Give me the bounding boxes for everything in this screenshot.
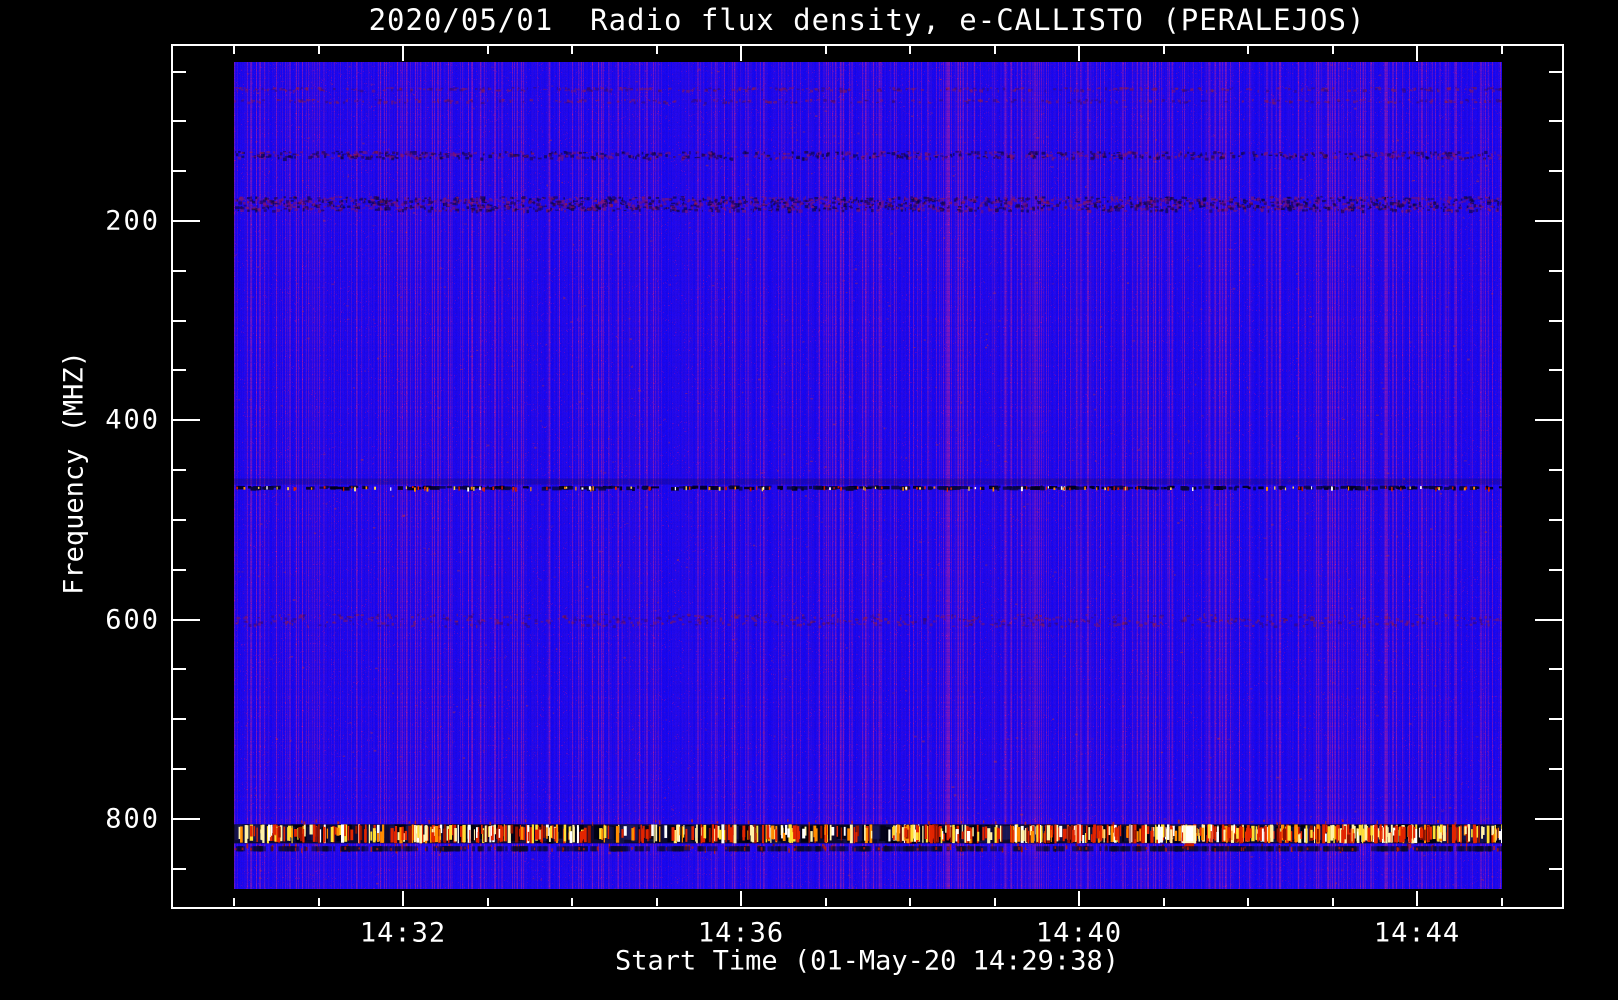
axis-tick — [1549, 568, 1562, 571]
axis-tick — [233, 46, 235, 54]
axis-tick — [402, 891, 404, 906]
axis-tick — [317, 46, 320, 54]
axis-tick — [1549, 70, 1562, 73]
axis-tick — [1078, 891, 1080, 906]
x-tick-label: 14:36 — [697, 917, 785, 949]
x-tick-label: 14:32 — [359, 917, 447, 949]
axis-tick — [1247, 46, 1249, 54]
y-tick-label: 600 — [105, 604, 160, 636]
axis-tick — [173, 867, 186, 870]
axis-tick — [173, 718, 186, 721]
axis-tick — [1416, 891, 1418, 906]
axis-tick — [1535, 419, 1562, 422]
axis-tick — [317, 898, 320, 906]
axis-tick — [1247, 898, 1249, 906]
y-tick-label: 400 — [105, 404, 160, 436]
axis-tick — [1331, 898, 1334, 906]
axis-tick — [909, 898, 911, 906]
x-axis-title: Start Time (01-May-20 14:29:38) — [615, 945, 1119, 977]
axis-tick — [1549, 319, 1562, 322]
axis-tick — [824, 46, 827, 54]
axis-tick — [1535, 220, 1562, 222]
axis-tick — [173, 170, 186, 173]
axis-tick — [824, 898, 827, 906]
axis-tick — [1162, 898, 1165, 906]
axis-tick — [1549, 170, 1562, 173]
axis-tick — [655, 898, 658, 906]
axis-tick — [173, 419, 200, 422]
axis-tick — [1162, 46, 1165, 54]
axis-tick — [1535, 817, 1562, 820]
axis-tick — [1500, 46, 1503, 54]
axis-tick — [486, 46, 489, 54]
spectrogram-page: 2020/05/01 Radio flux density, e-CALLIST… — [0, 0, 1618, 1000]
axis-tick — [173, 768, 186, 771]
x-tick-label: 14:44 — [1373, 917, 1461, 949]
axis-tick — [909, 46, 911, 54]
y-axis-title: Frequency (MHZ) — [58, 351, 90, 595]
x-tick-label: 14:40 — [1035, 917, 1123, 949]
axis-tick — [173, 518, 186, 521]
y-tick-label: 800 — [105, 803, 160, 835]
axis-tick — [1416, 46, 1418, 61]
axis-tick — [1549, 369, 1562, 372]
axis-tick — [1549, 469, 1562, 472]
axis-tick — [993, 46, 996, 54]
axis-tick — [173, 319, 186, 322]
axis-tick — [173, 369, 186, 372]
axis-tick — [173, 269, 186, 272]
axis-tick — [740, 46, 742, 61]
axis-tick — [173, 120, 186, 123]
axis-tick — [1078, 46, 1080, 61]
axis-tick — [1549, 668, 1562, 671]
axis-tick — [486, 898, 489, 906]
axis-tick — [173, 817, 200, 820]
axis-tick — [173, 469, 186, 472]
axis-tick — [1500, 898, 1503, 906]
axis-tick — [173, 668, 186, 671]
axis-tick — [993, 898, 996, 906]
axis-tick — [571, 46, 573, 54]
axis-tick — [1549, 120, 1562, 123]
axis-tick — [1549, 718, 1562, 721]
axis-tick — [1331, 46, 1334, 54]
axis-tick — [740, 891, 742, 906]
plot-frame — [171, 44, 1564, 909]
axis-tick — [173, 70, 186, 73]
axis-tick — [1549, 269, 1562, 272]
axis-tick — [402, 46, 404, 61]
axis-tick — [173, 618, 200, 621]
axis-tick — [655, 46, 658, 54]
axis-tick — [173, 220, 200, 222]
axis-tick — [1549, 867, 1562, 870]
axis-tick — [1549, 518, 1562, 521]
axis-tick — [571, 898, 573, 906]
axis-tick — [233, 898, 235, 906]
axis-tick — [1549, 768, 1562, 771]
axis-tick — [1535, 618, 1562, 621]
chart-title: 2020/05/01 Radio flux density, e-CALLIST… — [368, 3, 1366, 37]
y-tick-label: 200 — [105, 205, 160, 237]
axis-tick — [173, 568, 186, 571]
